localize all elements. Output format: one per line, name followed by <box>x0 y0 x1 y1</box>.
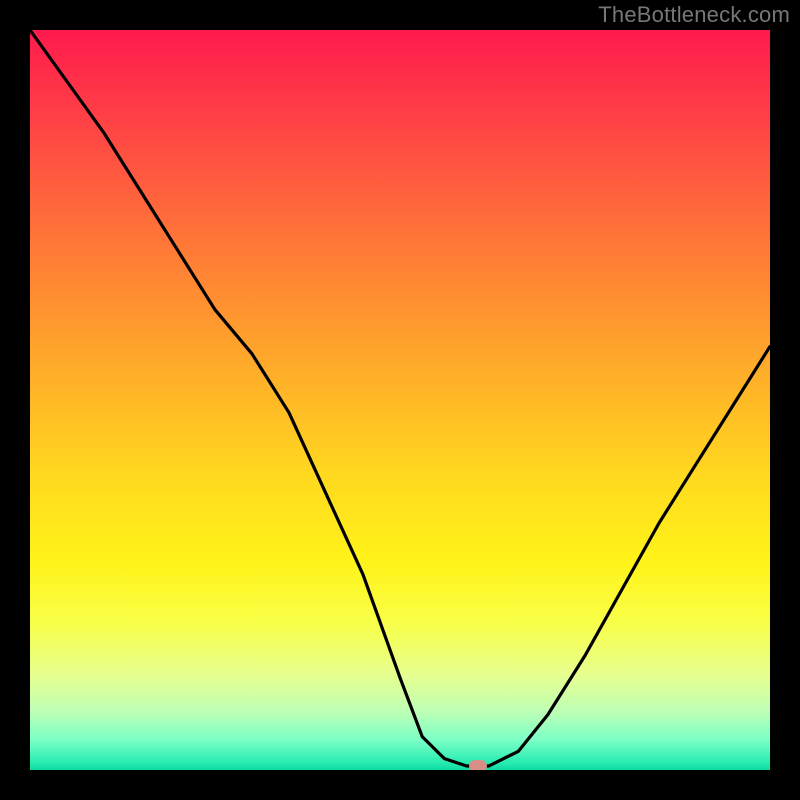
optimal-point-marker <box>469 760 487 770</box>
plot-area <box>30 30 770 770</box>
curve-svg <box>30 30 770 770</box>
chart-frame: TheBottleneck.com <box>0 0 800 800</box>
bottleneck-curve <box>30 30 770 766</box>
watermark-text: TheBottleneck.com <box>598 2 790 28</box>
